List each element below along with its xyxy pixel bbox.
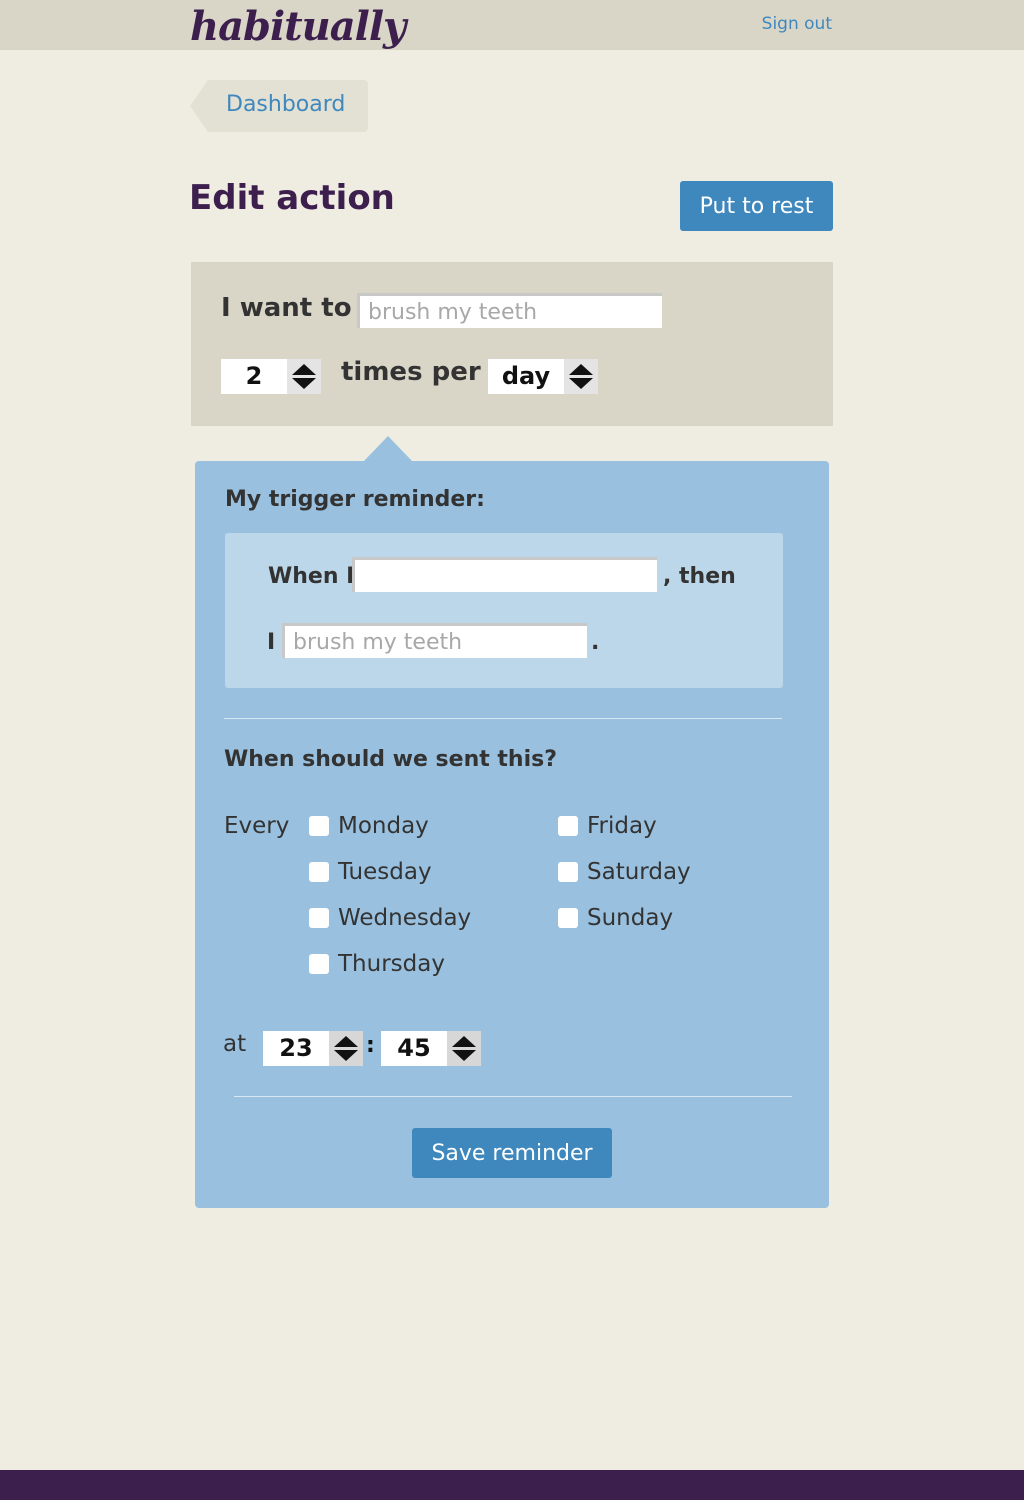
- want-label: I want to: [221, 293, 352, 323]
- panel-pointer: [363, 436, 413, 462]
- trigger-sentence-box: When I , then I .: [225, 533, 783, 688]
- action-form: I want to 2 times per day: [191, 262, 833, 426]
- period-label: .: [591, 630, 600, 655]
- period-select[interactable]: day: [488, 359, 598, 394]
- trigger-when-input[interactable]: [352, 557, 657, 592]
- checkbox[interactable]: [309, 862, 329, 882]
- times-per-label: times per: [341, 357, 481, 387]
- frequency-value: 2: [245, 362, 263, 390]
- put-to-rest-button[interactable]: Put to rest: [680, 181, 833, 231]
- day-label: Wednesday: [338, 905, 472, 931]
- day-label: Thursday: [338, 951, 445, 977]
- arrow-down-icon[interactable]: [292, 378, 316, 389]
- arrow-up-icon[interactable]: [452, 1036, 476, 1047]
- day-label: Sunday: [587, 905, 674, 931]
- save-reminder-button[interactable]: Save reminder: [412, 1128, 612, 1178]
- arrow-down-icon[interactable]: [334, 1050, 358, 1061]
- then-label: , then: [663, 564, 736, 589]
- habitually-logo[interactable]: habitually: [190, 2, 406, 52]
- day-label: Friday: [587, 813, 657, 839]
- checkbox[interactable]: [309, 954, 329, 974]
- hour-stepper[interactable]: 23: [263, 1031, 363, 1066]
- hour-value: 23: [279, 1034, 313, 1062]
- frequency-stepper[interactable]: 2: [221, 359, 321, 394]
- arrow-down-icon[interactable]: [569, 378, 593, 389]
- minute-stepper-arrows[interactable]: [447, 1031, 481, 1066]
- hour-stepper-arrows[interactable]: [329, 1031, 363, 1066]
- action-name-input[interactable]: [357, 293, 662, 328]
- schedule-title: When should we sent this?: [224, 747, 557, 772]
- checkbox[interactable]: [558, 908, 578, 928]
- period-value: day: [501, 362, 551, 390]
- when-label: When I: [268, 564, 355, 589]
- arrow-up-icon[interactable]: [569, 364, 593, 375]
- arrow-up-icon[interactable]: [334, 1036, 358, 1047]
- arrow-up-icon[interactable]: [292, 364, 316, 375]
- at-label: at: [223, 1031, 247, 1057]
- checkbox[interactable]: [558, 816, 578, 836]
- breadcrumb-dashboard[interactable]: Dashboard: [190, 80, 368, 132]
- divider: [234, 1096, 792, 1097]
- checkbox[interactable]: [309, 816, 329, 836]
- checkbox[interactable]: [558, 862, 578, 882]
- trigger-action-input[interactable]: [282, 623, 587, 658]
- trigger-title: My trigger reminder:: [225, 487, 485, 512]
- minute-value: 45: [397, 1034, 431, 1062]
- page-title: Edit action: [189, 178, 395, 218]
- day-label: Monday: [338, 813, 429, 839]
- trigger-reminder-panel: My trigger reminder: When I , then I . W…: [195, 461, 829, 1208]
- checkbox[interactable]: [309, 908, 329, 928]
- top-navbar: habitually Sign out: [0, 0, 1024, 50]
- every-label: Every: [224, 813, 290, 839]
- period-select-arrows[interactable]: [564, 359, 598, 394]
- day-label: Tuesday: [338, 859, 432, 885]
- sign-out-link[interactable]: Sign out: [762, 14, 832, 34]
- breadcrumb-label: Dashboard: [226, 92, 346, 117]
- arrow-down-icon[interactable]: [452, 1050, 476, 1061]
- divider: [224, 718, 782, 719]
- time-colon: :: [366, 1033, 375, 1058]
- frequency-stepper-arrows[interactable]: [287, 359, 321, 394]
- i-label: I: [267, 630, 276, 655]
- footer-bar: [0, 1470, 1024, 1500]
- day-label: Saturday: [587, 859, 691, 885]
- minute-stepper[interactable]: 45: [381, 1031, 481, 1066]
